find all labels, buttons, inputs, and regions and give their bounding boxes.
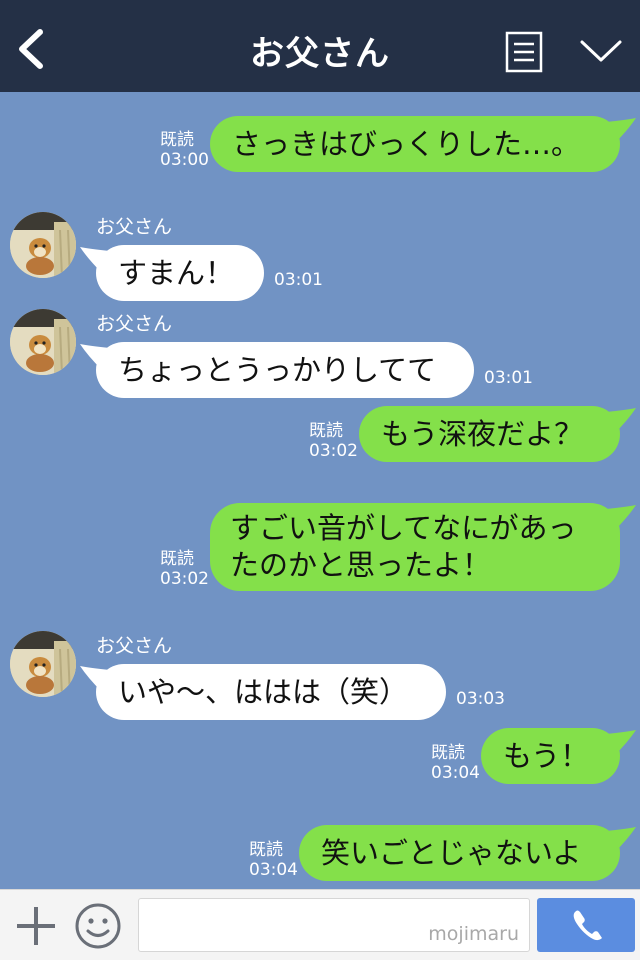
message-text: いや〜、ははは（笑） [118,674,409,709]
message-time: 03:01 [484,368,533,388]
read-receipt: 既読 [160,130,194,150]
message-meta: 既読 03:02 [309,421,358,461]
plus-icon [17,907,55,945]
message-time: 03:00 [160,150,209,170]
avatar-image [10,212,76,278]
avatar[interactable] [10,631,76,697]
message-text: すごい音がしてなにがあったのかと思ったよ！ [230,511,577,582]
read-receipt: 既読 [249,840,283,860]
message-meta: 既読 03:04 [431,743,480,783]
menu-button[interactable] [505,31,543,73]
message-time: 03:02 [160,569,209,589]
add-button[interactable] [14,904,58,948]
read-receipt: 既読 [160,549,194,569]
avatar-image [10,631,76,697]
read-receipt: 既読 [309,421,343,441]
outgoing-message-bubble[interactable]: もう深夜だよ？ [359,406,636,462]
message-text: 笑いごとじゃないよ [321,835,582,870]
message-meta: 既読 03:00 [160,130,209,170]
expand-button[interactable] [578,36,624,66]
smiley-icon [75,903,121,949]
message-text: もう！ [503,738,590,773]
sender-name: お父さん [96,635,173,657]
outgoing-message-bubble[interactable]: もう！ [481,728,636,784]
outgoing-message-bubble[interactable]: 笑いごとじゃないよ [299,825,636,881]
watermark: mojimaru [428,923,519,945]
outgoing-message-bubble[interactable]: さっきはびっくりした…。 [210,116,636,172]
message-list[interactable]: 既読 03:00 さっきはびっくりした…。 お父さん すまん！ 03:01 お父… [0,92,640,889]
read-receipt: 既読 [431,743,465,763]
sender-name: お父さん [96,313,173,335]
message-time: 03:04 [431,763,480,783]
message-text: ちょっとうっかりしてて [118,352,437,387]
message-input[interactable]: mojimaru [138,898,530,952]
list-icon [505,31,543,73]
incoming-message-bubble[interactable]: すまん！ [80,245,264,301]
phone-icon [573,910,602,941]
message-time: 03:04 [249,860,298,880]
message-text: すまん！ [118,255,235,290]
avatar[interactable] [10,212,76,278]
incoming-message-bubble[interactable]: ちょっとうっかりしてて [80,342,474,398]
message-text: さっきはびっくりした…。 [232,126,581,161]
message-text: もう深夜だよ？ [381,416,584,451]
message-meta: 既読 03:04 [249,840,298,880]
emoji-button[interactable] [74,902,122,950]
avatar-image [10,309,76,375]
message-meta: 既読 03:02 [160,549,209,589]
incoming-message-bubble[interactable]: いや〜、ははは（笑） [80,664,446,720]
outgoing-message-bubble[interactable]: すごい音がしてなにがあったのかと思ったよ！ [210,503,636,591]
call-button[interactable] [537,898,635,952]
message-time: 03:01 [274,270,323,290]
input-bar: mojimaru [0,889,640,960]
avatar[interactable] [10,309,76,375]
chat-header: お父さん [0,0,640,92]
message-time: 03:03 [456,689,505,709]
chat-title: お父さん [250,34,390,74]
chevron-down-icon [580,40,622,62]
message-time: 03:02 [309,441,358,461]
sender-name: お父さん [96,216,173,238]
